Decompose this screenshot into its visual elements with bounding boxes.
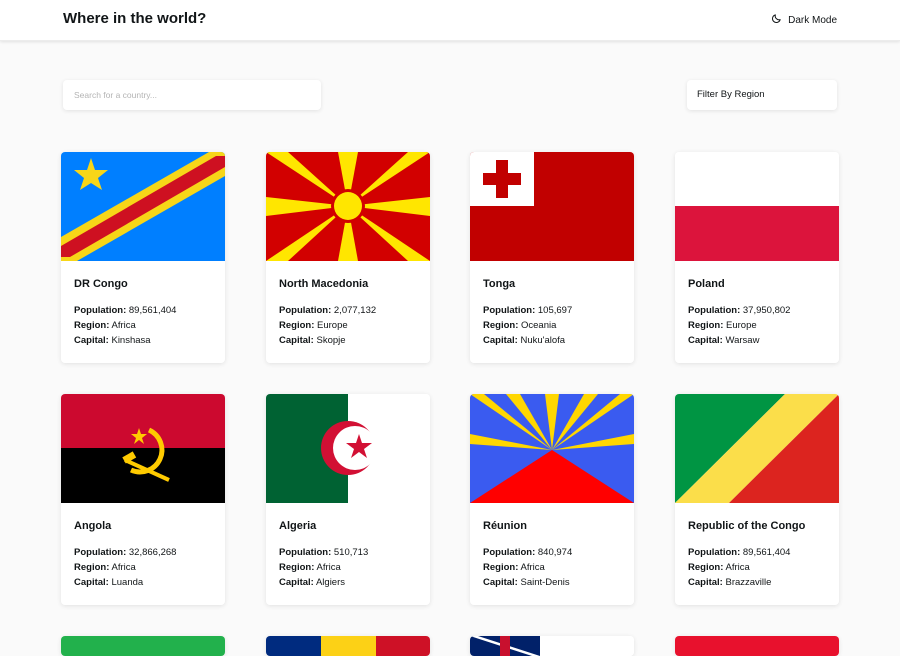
capital-label: Capital:: [688, 577, 723, 588]
app-title: Where in the world?: [63, 10, 207, 27]
country-card[interactable]: [470, 636, 634, 656]
country-name: Algeria: [279, 520, 317, 532]
country-card[interactable]: Tonga Population: 105,697 Region: Oceani…: [470, 152, 634, 363]
population-label: Population:: [279, 547, 332, 558]
capital-label: Capital:: [483, 577, 518, 588]
country-card[interactable]: [675, 636, 839, 656]
capital-value: Algiers: [315, 577, 346, 588]
population-value: 510,713: [333, 547, 369, 558]
population-label: Population:: [74, 547, 127, 558]
population-label: Population:: [74, 305, 127, 316]
population-value: 105,697: [537, 305, 573, 316]
moon-icon: [771, 13, 782, 27]
country-name: Poland: [688, 278, 725, 290]
region-label: Region:: [483, 562, 519, 573]
region-label: Region:: [279, 320, 315, 331]
population-value: 2,077,132: [333, 305, 377, 316]
country-card[interactable]: [61, 636, 225, 656]
country-flag: [266, 636, 430, 656]
capital-label: Capital:: [74, 577, 109, 588]
capital-value: Brazzaville: [725, 577, 772, 588]
search-input[interactable]: [63, 80, 321, 110]
region-value: Europe: [317, 320, 348, 331]
country-card[interactable]: Algeria Population: 510,713 Region: Afri…: [266, 394, 430, 605]
country-name: Angola: [74, 520, 112, 532]
top-header: Where in the world? Dark Mode: [0, 0, 900, 41]
capital-value: Kinshasa: [111, 335, 151, 346]
country-name: Republic of the Congo: [688, 520, 806, 532]
algeria-flag: [266, 394, 430, 503]
dr-congo-flag: [61, 152, 225, 261]
dark-mode-toggle[interactable]: Dark Mode: [771, 13, 837, 27]
search-box[interactable]: [63, 80, 321, 110]
country-name: North Macedonia: [279, 278, 369, 290]
population-value: 840,974: [537, 547, 573, 558]
region-filter-dropdown[interactable]: Filter By Region: [687, 80, 837, 110]
capital-value: Warsaw: [725, 335, 760, 346]
capital-value: Saint-Denis: [520, 577, 570, 588]
country-card[interactable]: North Macedonia Population: 2,077,132 Re…: [266, 152, 430, 363]
country-name: DR Congo: [74, 278, 128, 290]
population-value: 89,561,404: [742, 547, 791, 558]
country-flag: [470, 636, 634, 656]
region-label: Region:: [483, 320, 519, 331]
country-name: Tonga: [483, 278, 516, 290]
tonga-flag: [470, 152, 634, 261]
country-card[interactable]: Angola Population: 32,866,268 Region: Af…: [61, 394, 225, 605]
capital-label: Capital:: [279, 577, 314, 588]
region-label: Region:: [279, 562, 315, 573]
population-value: 32,866,268: [128, 547, 177, 558]
country-flag: [675, 636, 839, 656]
region-value: Europe: [726, 320, 757, 331]
country-card[interactable]: [266, 636, 430, 656]
country-card[interactable]: Réunion Population: 840,974 Region: Afri…: [470, 394, 634, 605]
country-name: Réunion: [483, 520, 527, 532]
population-label: Population:: [483, 547, 536, 558]
reunion-flag: [470, 394, 634, 503]
country-card[interactable]: Republic of the Congo Population: 89,561…: [675, 394, 839, 605]
country-card[interactable]: DR Congo Population: 89,561,404 Region: …: [61, 152, 225, 363]
capital-label: Capital:: [688, 335, 723, 346]
capital-value: Nuku'alofa: [520, 335, 566, 346]
country-card[interactable]: Poland Population: 37,950,802 Region: Eu…: [675, 152, 839, 363]
capital-value: Luanda: [111, 577, 144, 588]
population-label: Population:: [688, 547, 741, 558]
region-value: Africa: [725, 562, 750, 573]
region-value: Africa: [111, 562, 136, 573]
poland-flag: [675, 152, 839, 261]
region-value: Africa: [520, 562, 545, 573]
capital-label: Capital:: [483, 335, 518, 346]
region-value: Africa: [316, 562, 341, 573]
capital-value: Skopje: [316, 335, 346, 346]
region-value: Oceania: [521, 320, 557, 331]
population-label: Population:: [688, 305, 741, 316]
dark-mode-label: Dark Mode: [788, 14, 837, 26]
population-value: 37,950,802: [742, 305, 791, 316]
population-label: Population:: [279, 305, 332, 316]
angola-flag: [61, 394, 225, 503]
republic-of-the-congo-flag: [675, 394, 839, 503]
capital-label: Capital:: [74, 335, 109, 346]
population-value: 89,561,404: [128, 305, 177, 316]
region-label: Region:: [74, 562, 110, 573]
capital-label: Capital:: [279, 335, 314, 346]
population-label: Population:: [483, 305, 536, 316]
region-value: Africa: [111, 320, 136, 331]
region-label: Region:: [688, 320, 724, 331]
country-flag: [61, 636, 225, 656]
north-macedonia-flag: [266, 152, 430, 261]
region-label: Region:: [688, 562, 724, 573]
region-label: Region:: [74, 320, 110, 331]
